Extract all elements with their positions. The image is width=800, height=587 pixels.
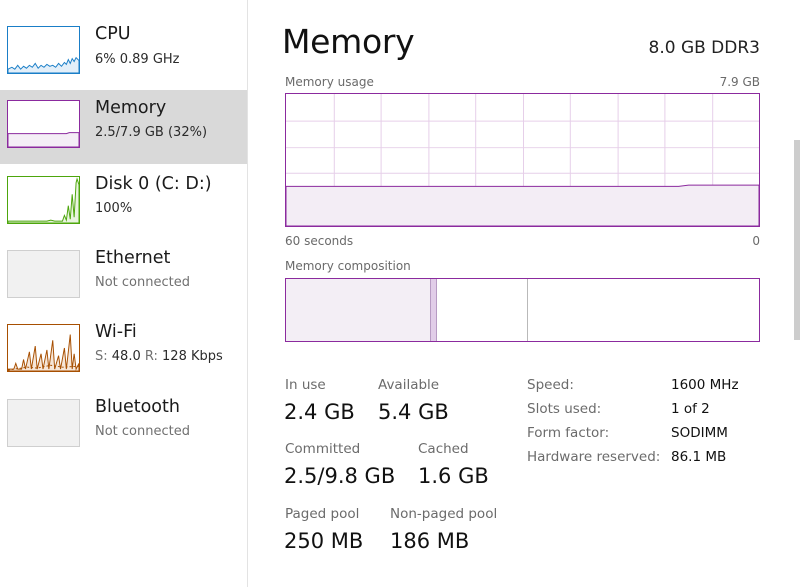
usage-graph-time-right: 0 [752, 234, 760, 248]
available-value: 5.4 GB [378, 400, 449, 424]
send-prefix: S: [95, 349, 108, 364]
paged-pool-value: 250 MB [284, 529, 364, 553]
sidebar-item-detail: Not connected [95, 275, 190, 290]
non-paged-pool-label: Non-paged pool [390, 506, 498, 522]
memory-thumbnail-graph [7, 100, 80, 148]
sidebar-item-bluetooth[interactable]: Bluetooth Not connected [0, 389, 247, 463]
non-paged-pool-value: 186 MB [390, 529, 470, 553]
receive-prefix: R: [144, 349, 158, 364]
memory-composition-bar [285, 278, 760, 342]
sidebar-item-ethernet[interactable]: Ethernet Not connected [0, 240, 247, 314]
sidebar-item-label: Disk 0 (C: D:) [95, 174, 212, 194]
usage-graph-max: 7.9 GB [719, 75, 760, 89]
composition-modified-segment [430, 279, 437, 341]
usage-graph-caption: Memory usage [285, 75, 374, 89]
cpu-thumbnail-graph [7, 26, 80, 74]
bluetooth-thumbnail-graph [7, 399, 80, 447]
speed-label: Speed: [527, 377, 574, 393]
memory-spec: 8.0 GB DDR3 [648, 38, 761, 58]
sidebar-item-label: Ethernet [95, 248, 171, 268]
cached-label: Cached [418, 441, 469, 457]
memory-detail-panel: Memory 8.0 GB DDR3 Memory usage 7.9 GB 6… [249, 0, 800, 587]
disk-thumbnail-graph [7, 176, 80, 224]
receive-rate: 128 Kbps [162, 349, 223, 364]
sidebar-item-label: CPU [95, 24, 131, 44]
sidebar-item-detail: 6% 0.89 GHz [95, 52, 180, 67]
composition-standby-divider [527, 279, 528, 341]
performance-sidebar: CPU 6% 0.89 GHz Memory 2.5/7.9 GB (32%) … [0, 0, 248, 587]
page-title: Memory [282, 22, 415, 61]
composition-caption: Memory composition [285, 259, 411, 273]
available-label: Available [378, 377, 440, 393]
sidebar-item-detail: 100% [95, 201, 133, 216]
form-factor-label: Form factor: [527, 425, 610, 441]
sidebar-item-label: Wi-Fi [95, 322, 137, 342]
hardware-reserved-label: Hardware reserved: [527, 449, 661, 465]
sidebar-item-label: Memory [95, 98, 167, 118]
sidebar-item-cpu[interactable]: CPU 6% 0.89 GHz [0, 16, 247, 90]
sidebar-item-detail: Not connected [95, 424, 190, 439]
usage-graph-time-left: 60 seconds [285, 234, 354, 248]
sidebar-item-memory[interactable]: Memory 2.5/7.9 GB (32%) [0, 90, 247, 164]
composition-in-use-segment [286, 279, 430, 341]
memory-usage-chart [286, 94, 759, 226]
sidebar-item-disk-0[interactable]: Disk 0 (C: D:) 100% [0, 166, 247, 240]
sidebar-item-wifi[interactable]: Wi-Fi S: 48.0 R: 128 Kbps [0, 314, 247, 388]
paged-pool-label: Paged pool [285, 506, 360, 522]
speed-value: 1600 MHz [671, 377, 739, 393]
wifi-thumbnail-graph [7, 324, 80, 372]
hardware-reserved-value: 86.1 MB [671, 449, 727, 465]
committed-label: Committed [285, 441, 361, 457]
sidebar-item-label: Bluetooth [95, 397, 180, 417]
form-factor-value: SODIMM [671, 425, 728, 441]
in-use-value: 2.4 GB [284, 400, 355, 424]
memory-usage-graph [285, 93, 760, 227]
slots-used-label: Slots used: [527, 401, 602, 417]
vertical-scrollbar[interactable] [794, 140, 800, 340]
slots-used-value: 1 of 2 [671, 401, 710, 417]
usage-area [286, 184, 759, 226]
committed-value: 2.5/9.8 GB [284, 464, 396, 488]
send-rate: 48.0 [111, 349, 141, 364]
ethernet-thumbnail-graph [7, 250, 80, 298]
cached-value: 1.6 GB [418, 464, 489, 488]
sidebar-item-detail: 2.5/7.9 GB (32%) [95, 125, 208, 140]
in-use-label: In use [285, 377, 326, 393]
sidebar-item-detail: S: 48.0 R: 128 Kbps [95, 349, 223, 364]
